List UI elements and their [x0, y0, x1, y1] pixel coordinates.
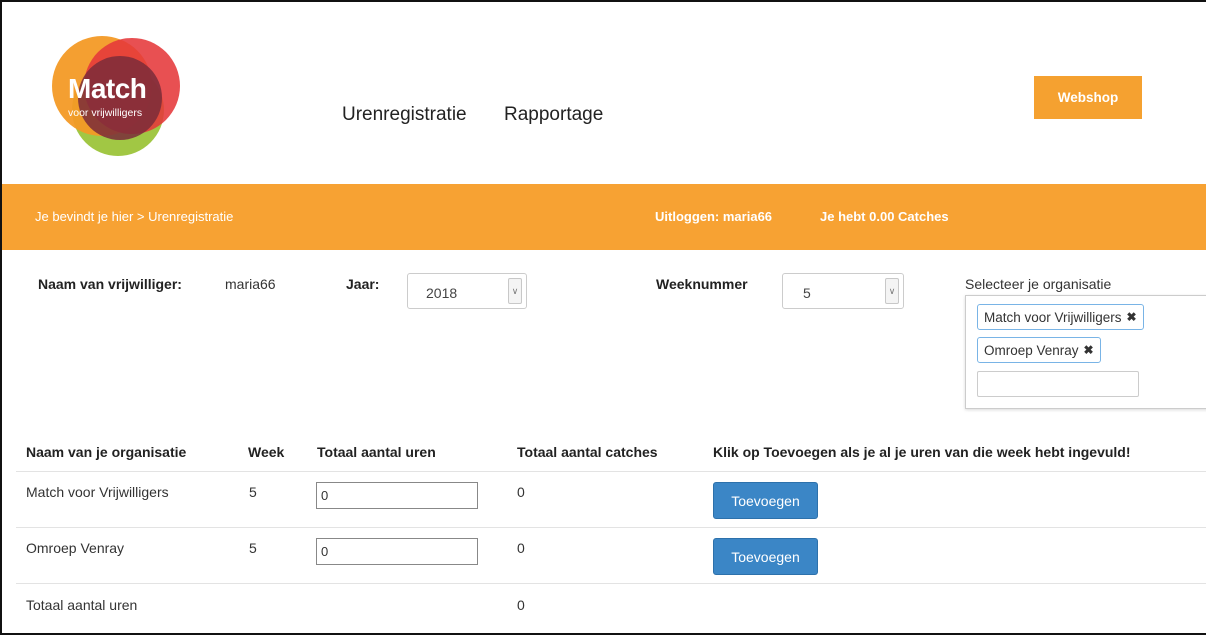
- week-select-value: 5: [803, 285, 811, 301]
- nav-rapportage[interactable]: Rapportage: [504, 104, 603, 126]
- catches-balance: Je hebt 0.00 Catches: [820, 209, 949, 224]
- logo-title: Match: [68, 73, 147, 104]
- col-header-organisation: Naam van je organisatie: [26, 444, 187, 460]
- volunteer-value: maria66: [225, 276, 276, 292]
- chevron-down-icon: ∨: [508, 278, 522, 304]
- organisation-search-input[interactable]: [977, 371, 1139, 397]
- org-tag-label: Match voor Vrijwilligers: [984, 309, 1122, 325]
- row-week: 5: [249, 540, 257, 556]
- volunteer-label: Naam van vrijwilliger:: [38, 276, 182, 292]
- row-divider: [16, 583, 1206, 584]
- org-tag-omroep[interactable]: Omroep Venray ✖: [977, 337, 1101, 363]
- row-week: 5: [249, 484, 257, 500]
- hours-input[interactable]: [316, 538, 478, 565]
- row-catches: 0: [517, 484, 525, 500]
- organisation-label: Selecteer je organisatie: [965, 276, 1112, 292]
- remove-icon[interactable]: ✖: [1127, 310, 1137, 324]
- logo-subtitle: voor vrijwilligers: [68, 107, 143, 119]
- hours-input[interactable]: [316, 482, 478, 509]
- year-select-value: 2018: [426, 285, 458, 301]
- chevron-down-icon: ∨: [885, 278, 899, 304]
- row-catches: 0: [517, 540, 525, 556]
- logout-link[interactable]: Uitloggen: maria66: [655, 209, 772, 224]
- total-value: 0: [517, 597, 525, 613]
- row-organisation: Omroep Venray: [26, 540, 125, 556]
- col-header-catches: Totaal aantal catches: [517, 444, 658, 460]
- org-tag-label: Omroep Venray: [984, 342, 1079, 358]
- remove-icon[interactable]: ✖: [1084, 343, 1094, 357]
- webshop-button[interactable]: Webshop: [1034, 76, 1142, 119]
- row-divider: [16, 471, 1206, 472]
- year-select[interactable]: 2018 ∨: [407, 273, 527, 309]
- total-label: Totaal aantal uren: [26, 597, 138, 613]
- breadcrumb: Je bevindt je hier > Urenregistratie: [35, 209, 234, 224]
- add-button[interactable]: Toevoegen: [713, 538, 818, 575]
- nav-urenregistratie[interactable]: Urenregistratie: [342, 104, 467, 126]
- year-label: Jaar:: [346, 276, 380, 292]
- col-header-week: Week: [248, 444, 285, 460]
- col-header-hours: Totaal aantal uren: [317, 444, 436, 460]
- row-divider: [16, 527, 1206, 528]
- org-tag-match[interactable]: Match voor Vrijwilligers ✖: [977, 304, 1144, 330]
- col-header-instruction: Klik op Toevoegen als je al je uren van …: [713, 444, 1131, 460]
- week-select[interactable]: 5 ∨: [782, 273, 904, 309]
- row-organisation: Match voor Vrijwilligers: [26, 484, 169, 500]
- week-label: Weeknummer: [656, 276, 748, 292]
- add-button[interactable]: Toevoegen: [713, 482, 818, 519]
